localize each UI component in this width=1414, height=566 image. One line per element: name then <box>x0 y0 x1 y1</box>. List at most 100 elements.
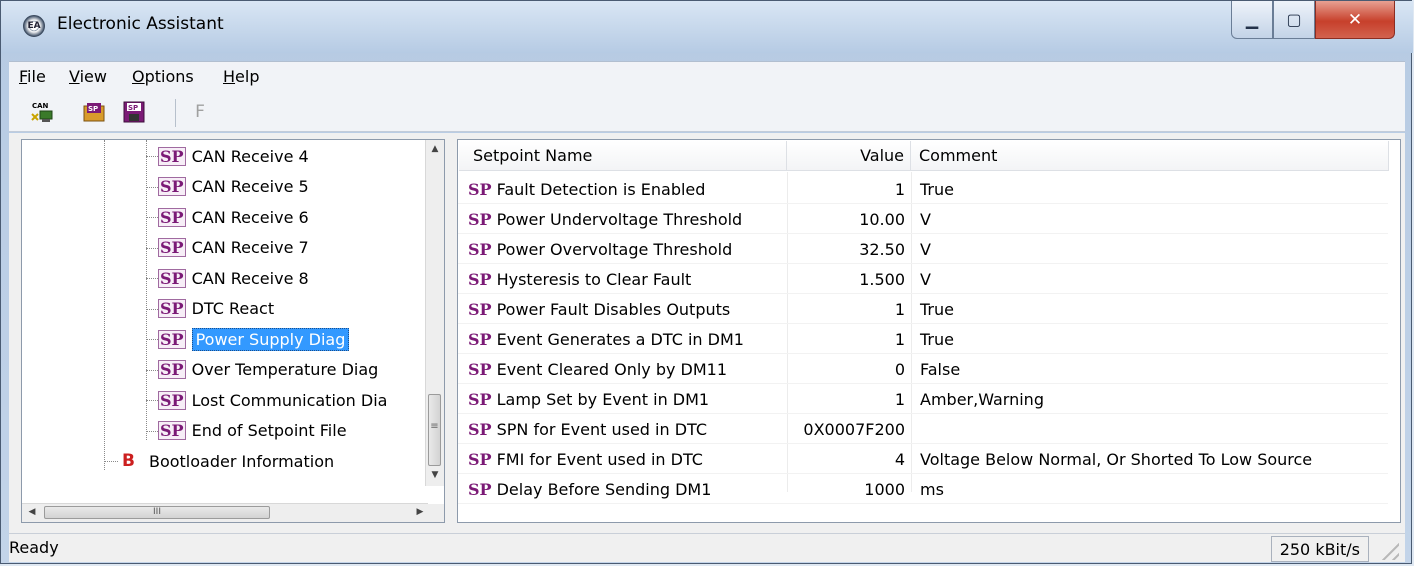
setpoint-value[interactable]: 10.00 <box>787 204 905 234</box>
baud-rate-indicator: 250 kBit/s <box>1270 536 1369 562</box>
setpoint-tree[interactable]: SP CAN Receive 4 SP CAN Receive 5 SP CAN Rece… <box>21 139 445 523</box>
tree-item[interactable]: SP CAN Receive 7 <box>158 234 309 262</box>
tree-item[interactable]: SP CAN Receive 5 <box>158 173 309 201</box>
table-row[interactable]: SP Event Cleared Only by DM11 <box>468 354 786 384</box>
tree-connector <box>146 186 158 188</box>
setpoint-name: Event Generates a DTC in DM1 <box>496 329 744 349</box>
tree-connector <box>146 140 147 440</box>
tree-connector <box>104 140 105 470</box>
tree-item-label: CAN Receive 7 <box>191 238 309 257</box>
tree-item-label: CAN Receive 8 <box>191 268 309 288</box>
setpoint-icon: SP <box>158 177 186 196</box>
setpoint-icon: SP <box>158 268 186 288</box>
setpoint-comment: True <box>920 299 954 319</box>
can-connect-button[interactable]: CAN <box>29 99 55 125</box>
setpoint-name: SPN for Event used in DTC <box>496 419 708 439</box>
tree-item-selected[interactable]: SP Power Supply Diag <box>158 325 350 353</box>
setpoint-name: Delay Before Sending DM1 <box>496 479 712 499</box>
table-row[interactable]: SP Fault Detection is Enabled <box>468 174 786 204</box>
tree-vscroll-thumb[interactable]: ≡ <box>428 394 441 466</box>
window-controls: ▁ ▢ ✕ <box>1231 1 1395 41</box>
menu-help[interactable]: Help <box>223 67 259 86</box>
column-header-name[interactable]: Setpoint Name <box>459 141 787 171</box>
tree-item[interactable]: SP CAN Receive 4 <box>158 142 309 170</box>
scroll-down-icon[interactable]: ▼ <box>427 470 443 480</box>
app-icon: EA <box>23 15 45 37</box>
scroll-up-icon[interactable]: ▲ <box>427 144 443 154</box>
sp-save-button[interactable]: SP <box>121 99 147 125</box>
setpoint-value[interactable]: 1 <box>787 384 905 414</box>
setpoint-value[interactable]: 4 <box>787 444 905 474</box>
sp-open-icon-label: SP <box>88 105 98 113</box>
tree-item-label: CAN Receive 4 <box>191 146 309 166</box>
menu-view[interactable]: View <box>69 67 107 86</box>
maximize-button[interactable]: ▢ <box>1273 1 1315 39</box>
setpoint-value[interactable]: 1 <box>787 174 905 204</box>
close-button[interactable]: ✕ <box>1315 1 1395 39</box>
tree-item[interactable]: SP Lost Communication Dia <box>158 386 387 414</box>
scroll-corner <box>426 504 444 522</box>
setpoint-value[interactable]: 1 <box>787 294 905 324</box>
can-connect-icon: CAN <box>31 102 53 122</box>
setpoint-value[interactable]: 1.500 <box>787 264 905 294</box>
setpoint-comment: Voltage Below Normal, Or Shorted To Low … <box>920 449 1313 469</box>
setpoint-icon: SP <box>158 207 186 227</box>
sp-save-icon: SP <box>123 101 145 123</box>
setpoint-table[interactable]: Setpoint Name Value Comment SP Fault Dete… <box>457 139 1401 523</box>
table-row[interactable]: SP Power Overvoltage Threshold <box>468 234 786 264</box>
resize-grip-icon[interactable] <box>1377 538 1399 560</box>
pane-splitter[interactable] <box>446 139 456 523</box>
maximize-icon: ▢ <box>1286 10 1302 29</box>
table-row[interactable]: SP Hysteresis to Clear Fault <box>468 264 786 294</box>
tree-item[interactable]: SP End of Setpoint File <box>158 417 347 445</box>
setpoint-value[interactable]: 1 <box>787 324 905 354</box>
menu-bar: File View Options Help <box>9 61 1405 94</box>
tree-horizontal-scrollbar[interactable]: ◀ III ▶ <box>22 503 428 522</box>
table-row[interactable]: SP FMI for Event used in DTC <box>468 444 786 474</box>
app-window: EA Electronic Assistant ▁ ▢ ✕ File View … <box>0 0 1413 564</box>
tree-connector <box>104 461 118 462</box>
tree-item[interactable]: SP CAN Receive 8 <box>158 264 309 292</box>
setpoint-icon: SP <box>468 299 492 319</box>
table-row[interactable]: SP Power Fault Disables Outputs <box>468 294 786 324</box>
tree-connector <box>146 339 158 340</box>
column-divider <box>911 172 912 492</box>
setpoint-value[interactable]: 1000 <box>787 474 905 504</box>
column-header-comment[interactable]: Comment <box>911 141 1389 171</box>
tree-connector <box>146 156 158 157</box>
setpoint-value[interactable]: 0X0007F200 <box>787 414 905 444</box>
setpoint-value[interactable]: 0 <box>787 354 905 384</box>
tree-hscroll-thumb[interactable]: III <box>44 506 270 519</box>
tree-item[interactable]: SP DTC React <box>158 295 274 323</box>
minimize-button[interactable]: ▁ <box>1231 1 1273 39</box>
title-bar[interactable]: EA Electronic Assistant ▁ ▢ ✕ <box>1 1 1413 53</box>
sp-open-button[interactable]: SP <box>81 99 107 125</box>
tree-connector <box>146 217 158 218</box>
tree-item-label: CAN Receive 6 <box>191 207 309 227</box>
setpoint-comment: V <box>920 239 931 259</box>
setpoint-icon: SP <box>468 419 492 439</box>
tree-item-bootloader[interactable]: B Bootloader Information <box>122 447 334 475</box>
table-row[interactable]: SP Lamp Set by Event in DM1 <box>468 384 786 414</box>
tree-item[interactable]: SP Over Temperature Diag <box>158 356 378 384</box>
table-row[interactable]: SP Power Undervoltage Threshold <box>468 204 786 234</box>
tree-item[interactable]: SP CAN Receive 6 <box>158 203 309 231</box>
f-button[interactable]: F <box>187 99 213 125</box>
setpoint-icon: SP <box>158 421 186 440</box>
setpoint-icon: SP <box>158 146 186 166</box>
table-row[interactable]: SP SPN for Event used in DTC <box>468 414 786 444</box>
setpoint-name: Power Undervoltage Threshold <box>496 209 743 229</box>
setpoint-icon: SP <box>158 238 186 257</box>
table-row[interactable]: SP Event Generates a DTC in DM1 <box>468 324 786 354</box>
setpoint-icon: SP <box>158 299 186 318</box>
menu-file[interactable]: File <box>19 67 46 86</box>
menu-options[interactable]: Options <box>132 67 194 86</box>
setpoint-icon: SP <box>468 179 492 199</box>
setpoint-value[interactable]: 32.50 <box>787 234 905 264</box>
tree-vertical-scrollbar[interactable]: ▲ ≡ ▼ <box>425 140 444 486</box>
table-row[interactable]: SP Delay Before Sending DM1 <box>468 474 786 504</box>
setpoint-comment: ms <box>920 479 944 499</box>
sp-save-icon-label: SP <box>128 104 138 112</box>
scroll-left-icon[interactable]: ◀ <box>24 507 40 517</box>
column-header-value[interactable]: Value <box>787 141 911 171</box>
